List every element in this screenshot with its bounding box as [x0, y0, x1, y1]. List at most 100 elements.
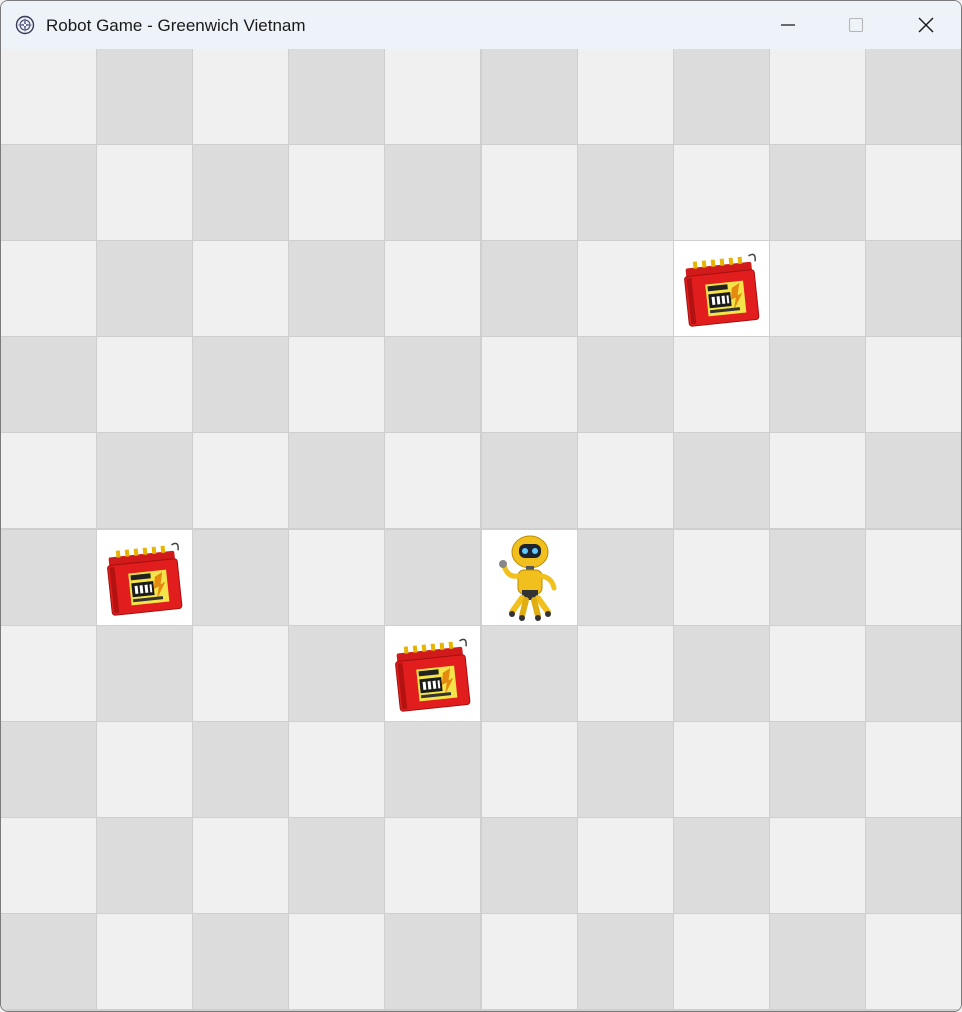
board-cell[interactable]: [385, 337, 480, 432]
board-cell[interactable]: [1, 337, 96, 432]
board-cell[interactable]: [482, 337, 577, 432]
board-cell[interactable]: [289, 49, 384, 144]
board-cell[interactable]: [866, 145, 961, 240]
minimize-button[interactable]: [753, 1, 823, 49]
board-cell[interactable]: [1, 530, 96, 625]
board-cell[interactable]: [674, 722, 769, 817]
board-cell[interactable]: [866, 914, 961, 1009]
board-cell[interactable]: [1, 722, 96, 817]
board-cell[interactable]: [578, 49, 673, 144]
board-cell[interactable]: [193, 145, 288, 240]
board-cell[interactable]: [482, 433, 577, 528]
board-cell[interactable]: [770, 530, 865, 625]
maximize-button[interactable]: [821, 1, 891, 49]
board-cell[interactable]: [770, 49, 865, 144]
board-cell[interactable]: [674, 49, 769, 144]
battery-cell[interactable]: [385, 626, 480, 721]
board-cell[interactable]: [578, 145, 673, 240]
board-cell[interactable]: [289, 241, 384, 336]
battery-cell[interactable]: [97, 530, 192, 625]
board-cell[interactable]: [674, 626, 769, 721]
board-cell[interactable]: [674, 337, 769, 432]
board-cell[interactable]: [193, 49, 288, 144]
board-cell[interactable]: [1, 433, 96, 528]
board-cell[interactable]: [866, 530, 961, 625]
board-cell[interactable]: [770, 626, 865, 721]
board-cell[interactable]: [289, 433, 384, 528]
board-cell[interactable]: [578, 626, 673, 721]
board-cell[interactable]: [289, 722, 384, 817]
board-cell[interactable]: [866, 626, 961, 721]
board-cell[interactable]: [578, 241, 673, 336]
board-cell[interactable]: [578, 722, 673, 817]
board-cell[interactable]: [193, 722, 288, 817]
robot-cell[interactable]: [482, 530, 577, 625]
board-cell[interactable]: [482, 49, 577, 144]
board-cell[interactable]: [866, 49, 961, 144]
board-cell[interactable]: [578, 530, 673, 625]
board-cell[interactable]: [97, 49, 192, 144]
board-cell[interactable]: [1, 145, 96, 240]
board-cell[interactable]: [97, 433, 192, 528]
title-bar[interactable]: Robot Game - Greenwich Vietnam: [1, 1, 961, 49]
board-cell[interactable]: [770, 433, 865, 528]
board-cell[interactable]: [1, 241, 96, 336]
board-cell[interactable]: [385, 722, 480, 817]
board-cell[interactable]: [770, 818, 865, 913]
board-cell[interactable]: [193, 626, 288, 721]
board-cell[interactable]: [578, 818, 673, 913]
board-cell[interactable]: [385, 914, 480, 1009]
board-cell[interactable]: [289, 530, 384, 625]
board-cell[interactable]: [97, 337, 192, 432]
board-cell[interactable]: [385, 433, 480, 528]
board-cell[interactable]: [578, 433, 673, 528]
board-cell[interactable]: [97, 722, 192, 817]
board-cell[interactable]: [1, 818, 96, 913]
board-cell[interactable]: [770, 337, 865, 432]
board-cell[interactable]: [482, 241, 577, 336]
game-board[interactable]: [1, 49, 961, 1011]
board-cell[interactable]: [385, 818, 480, 913]
board-cell[interactable]: [97, 241, 192, 336]
board-cell[interactable]: [289, 145, 384, 240]
board-cell[interactable]: [385, 145, 480, 240]
board-cell[interactable]: [482, 818, 577, 913]
board-cell[interactable]: [866, 722, 961, 817]
board-cell[interactable]: [97, 626, 192, 721]
board-cell[interactable]: [289, 818, 384, 913]
board-cell[interactable]: [674, 433, 769, 528]
board-cell[interactable]: [578, 337, 673, 432]
board-cell[interactable]: [1, 626, 96, 721]
board-cell[interactable]: [97, 914, 192, 1009]
board-cell[interactable]: [482, 914, 577, 1009]
board-cell[interactable]: [193, 337, 288, 432]
board-cell[interactable]: [289, 626, 384, 721]
board-cell[interactable]: [674, 145, 769, 240]
board-cell[interactable]: [866, 337, 961, 432]
board-cell[interactable]: [674, 914, 769, 1009]
board-cell[interactable]: [193, 241, 288, 336]
board-cell[interactable]: [1, 49, 96, 144]
board-cell[interactable]: [193, 433, 288, 528]
board-cell[interactable]: [193, 914, 288, 1009]
board-cell[interactable]: [866, 433, 961, 528]
board-cell[interactable]: [193, 530, 288, 625]
board-cell[interactable]: [770, 145, 865, 240]
board-cell[interactable]: [674, 530, 769, 625]
battery-cell[interactable]: [674, 241, 769, 336]
board-cell[interactable]: [866, 818, 961, 913]
board-cell[interactable]: [770, 914, 865, 1009]
board-cell[interactable]: [578, 914, 673, 1009]
board-cell[interactable]: [482, 626, 577, 721]
board-cell[interactable]: [770, 722, 865, 817]
board-cell[interactable]: [97, 818, 192, 913]
board-cell[interactable]: [482, 722, 577, 817]
board-cell[interactable]: [770, 241, 865, 336]
board-cell[interactable]: [674, 818, 769, 913]
board-cell[interactable]: [385, 241, 480, 336]
board-cell[interactable]: [385, 530, 480, 625]
board-cell[interactable]: [482, 145, 577, 240]
close-button[interactable]: [891, 1, 961, 49]
board-cell[interactable]: [385, 49, 480, 144]
board-cell[interactable]: [1, 914, 96, 1009]
